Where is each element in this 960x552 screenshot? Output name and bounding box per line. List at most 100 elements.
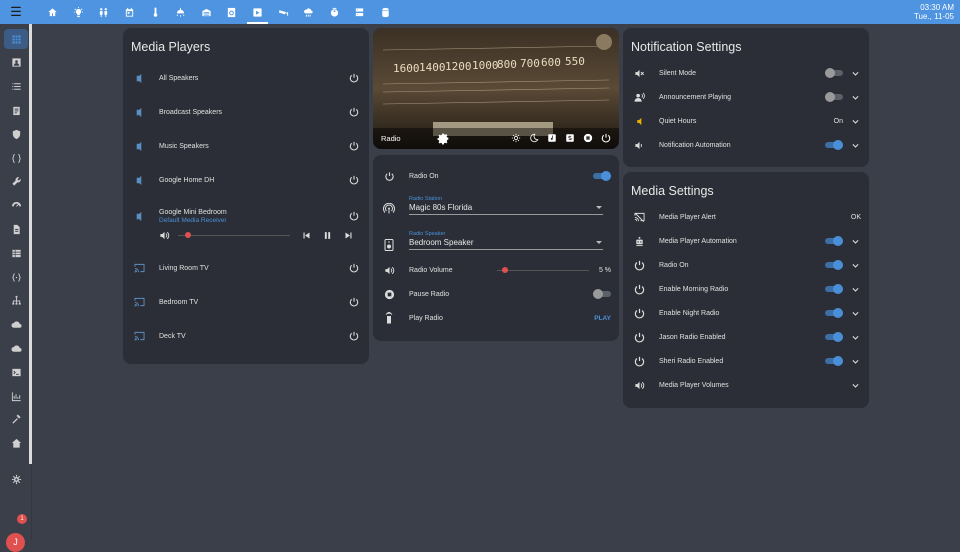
media-volume-slider[interactable]	[178, 230, 290, 240]
setting-toggle[interactable]	[825, 308, 843, 318]
tab-cctv[interactable]	[270, 0, 296, 24]
music-note-icon[interactable]	[547, 133, 557, 143]
media-player-row[interactable]: Bedroom TV	[131, 292, 361, 312]
chevron-down-icon[interactable]	[849, 283, 861, 295]
power-icon[interactable]	[601, 133, 611, 143]
sidebar-item-list[interactable]	[4, 77, 28, 97]
next-track-icon[interactable]	[344, 231, 353, 240]
radio-volume-slider-knob[interactable]	[501, 267, 508, 273]
setting-toggle[interactable]	[825, 332, 843, 342]
chevron-down-icon[interactable]	[849, 307, 861, 319]
power-button[interactable]	[347, 295, 361, 309]
setting-toggle[interactable]	[825, 68, 843, 78]
chevron-down-icon[interactable]	[849, 67, 861, 79]
power-button[interactable]	[347, 139, 361, 153]
sidebar-item-table[interactable]	[4, 243, 28, 263]
setting-toggle[interactable]	[825, 284, 843, 294]
setting-toggle[interactable]	[825, 356, 843, 366]
power-button[interactable]	[347, 209, 361, 223]
setting-toggle[interactable]	[825, 260, 843, 270]
media-volume-knob[interactable]	[184, 232, 191, 238]
chevron-down-icon[interactable]	[849, 379, 861, 391]
sidebar-item-account-box[interactable]	[4, 53, 28, 73]
tab-media[interactable]	[245, 0, 271, 24]
sidebar-item-code-braces[interactable]	[4, 148, 28, 168]
stop-icon[interactable]	[583, 133, 593, 143]
tab-database[interactable]	[373, 0, 399, 24]
sidebar-item-shield[interactable]	[4, 124, 28, 144]
media-player-row[interactable]: Broadcast Speakers	[131, 102, 361, 122]
sidebar-item-clipboard[interactable]	[4, 100, 28, 120]
avatar[interactable]: J	[6, 533, 25, 552]
speaker-icon	[381, 237, 397, 253]
radio-volume-slider[interactable]	[497, 265, 589, 275]
pause-radio-toggle[interactable]	[593, 289, 611, 299]
gear-icon[interactable]	[437, 132, 450, 145]
tab-weather[interactable]	[296, 0, 322, 24]
tab-people[interactable]	[91, 0, 117, 24]
power-button[interactable]	[347, 261, 361, 275]
power-icon	[381, 168, 397, 184]
sidebar-item-gauge[interactable]	[4, 196, 28, 216]
media-player-name: Broadcast Speakers	[159, 108, 223, 116]
play-radio-button[interactable]: PLAY	[594, 315, 611, 322]
chevron-down-icon[interactable]	[849, 355, 861, 367]
moon-icon[interactable]	[529, 133, 539, 143]
radio-on-toggle[interactable]	[593, 171, 611, 181]
radio-speaker-select[interactable]: Radio Speaker Bedroom Speaker	[409, 231, 603, 250]
power-button[interactable]	[347, 71, 361, 85]
media-player-row[interactable]: All Speakers	[131, 68, 361, 88]
sidebar-item-hierarchy[interactable]	[4, 291, 28, 311]
chevron-down-icon[interactable]	[849, 331, 861, 343]
sidebar-item-terminal[interactable]	[4, 362, 28, 382]
sidebar-item-cloud[interactable]	[4, 338, 28, 358]
pause-icon[interactable]	[323, 231, 332, 240]
tab-ceiling-light[interactable]	[168, 0, 194, 24]
tab-washer[interactable]	[219, 0, 245, 24]
menu-icon[interactable]: ☰	[8, 4, 24, 20]
media-player-row[interactable]: Google Home DH	[131, 170, 361, 190]
sidebar-item-file[interactable]	[4, 219, 28, 239]
setting-toggle[interactable]	[825, 236, 843, 246]
tab-garage[interactable]	[194, 0, 220, 24]
sidebar-item-json[interactable]	[4, 267, 28, 287]
sidebar-item-wrench[interactable]	[4, 172, 28, 192]
sidebar-item-home-assistant[interactable]	[4, 434, 28, 454]
tab-calendar[interactable]	[117, 0, 143, 24]
setting-toggle[interactable]	[825, 92, 843, 102]
setting-toggle[interactable]	[825, 140, 843, 150]
chevron-down-icon[interactable]	[849, 91, 861, 103]
setting-label: Media Player Automation	[659, 237, 737, 245]
tab-robot-vacuum[interactable]	[322, 0, 348, 24]
sidebar-item-hammer[interactable]	[4, 410, 28, 430]
radio-station-select[interactable]: Radio Station Magic 80s Florida	[409, 196, 603, 215]
tab-thermometer[interactable]	[142, 0, 168, 24]
power-button[interactable]	[347, 329, 361, 343]
media-player-row[interactable]: Living Room TV	[131, 258, 361, 278]
radio-hero-card[interactable]: 1600 1400 1200 1000 800 700 600 550 Radio	[373, 28, 619, 149]
power-button[interactable]	[347, 173, 361, 187]
media-player-row[interactable]: Google Mini Bedroom Default Media Receive…	[131, 204, 361, 228]
previous-track-icon[interactable]	[302, 231, 311, 240]
thermometer-icon	[153, 6, 158, 17]
chevron-down-icon[interactable]	[849, 139, 861, 151]
sidebar-item-settings[interactable]	[4, 469, 28, 489]
s-box-icon[interactable]	[565, 133, 575, 143]
sidebar-item-grid[interactable]	[4, 29, 28, 49]
power-button[interactable]	[347, 105, 361, 119]
chevron-down-icon[interactable]	[849, 259, 861, 271]
sidebar-item-cloud-download[interactable]	[4, 315, 28, 335]
weather-icon	[304, 7, 313, 17]
tab-lightbulb[interactable]	[66, 0, 92, 24]
volume-high-icon[interactable]	[159, 230, 170, 241]
chevron-down-icon[interactable]	[849, 115, 861, 127]
tab-home[interactable]	[40, 0, 66, 24]
sidebar-scrollbar[interactable]	[29, 24, 32, 464]
svg-text:1400: 1400	[419, 61, 446, 74]
media-player-row[interactable]: Deck TV	[131, 326, 361, 346]
chevron-down-icon[interactable]	[849, 235, 861, 247]
brightness-icon[interactable]	[511, 133, 521, 143]
tab-server[interactable]	[347, 0, 373, 24]
sidebar-item-chart[interactable]	[4, 386, 28, 406]
media-player-row[interactable]: Music Speakers	[131, 136, 361, 156]
